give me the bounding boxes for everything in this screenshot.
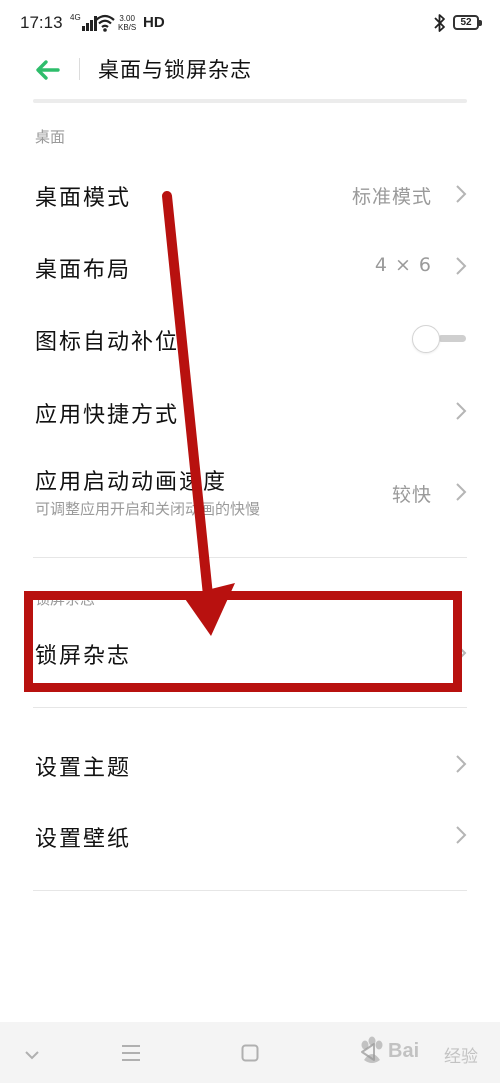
row-app-shortcuts[interactable]: 应用快捷方式 (0, 385, 500, 437)
header-underline (33, 99, 467, 103)
row-desktop-layout[interactable]: 桌面布局 4 × 6 (0, 240, 500, 292)
section-divider (33, 707, 467, 708)
row-anim-speed-value: 较快 (391, 484, 432, 506)
row-set-theme-title: 设置主题 (35, 756, 132, 781)
row-set-wallpaper[interactable]: 设置壁纸 (0, 809, 500, 861)
paw-logo-icon (361, 1036, 383, 1063)
baidu-watermark: Bai 经验 (358, 1030, 488, 1074)
row-anim-speed[interactable]: 应用启动动画速度 可调整应用开启和关闭动画的快慢 较快 (0, 458, 500, 524)
wifi-icon (95, 14, 115, 32)
net-speed: 3.00 KB/S (118, 14, 136, 32)
chevron-right-icon (454, 255, 468, 277)
toggle-knob (412, 325, 440, 353)
chevron-right-icon (454, 753, 468, 775)
row-desktop-layout-title: 桌面布局 (35, 258, 132, 283)
chevron-right-icon (454, 824, 468, 846)
net-speed-value: 3.00 (119, 14, 135, 23)
row-set-wallpaper-title: 设置壁纸 (35, 827, 132, 852)
status-time: 17:13 (20, 13, 63, 32)
net-speed-unit: KB/S (118, 23, 137, 32)
chevron-right-icon (454, 183, 468, 205)
row-set-theme[interactable]: 设置主题 (0, 738, 500, 790)
row-desktop-layout-value: 4 × 6 (374, 254, 432, 276)
toggle-track (438, 335, 466, 342)
row-desktop-mode-value: 标准模式 (351, 186, 432, 208)
watermark-cn: 经验 (444, 1047, 478, 1067)
row-icon-auto-fill-title: 图标自动补位 (35, 330, 180, 355)
row-app-shortcuts-title: 应用快捷方式 (35, 403, 180, 428)
watermark-text: Bai (388, 1040, 420, 1062)
annotation-arrow-icon (162, 191, 235, 636)
bluetooth-icon (432, 13, 448, 33)
battery-icon: 52 (453, 15, 482, 30)
back-arrow-icon[interactable] (34, 58, 62, 82)
nav-home-icon[interactable] (241, 1044, 259, 1066)
chevron-right-icon (454, 481, 468, 503)
network-type: 4G (70, 13, 81, 22)
auto-fill-toggle[interactable] (410, 324, 468, 354)
section-label-desktop: 桌面 (35, 128, 66, 146)
header-divider (79, 58, 80, 80)
status-bar: 17:13 4G 3.00 KB/S HD 52 (0, 0, 500, 48)
row-anim-speed-subtitle: 可调整应用开启和关闭动画的快慢 (35, 500, 261, 518)
row-anim-speed-title: 应用启动动画速度 (35, 470, 228, 495)
chevron-right-icon (454, 400, 468, 422)
nav-collapse-icon[interactable] (24, 1046, 40, 1065)
nav-menu-icon[interactable] (121, 1044, 141, 1066)
annotation-highlight-box (24, 591, 462, 692)
section-divider (33, 557, 467, 558)
page-title: 桌面与锁屏杂志 (98, 58, 252, 82)
row-desktop-mode[interactable]: 桌面模式 标准模式 (0, 168, 500, 220)
section-divider (33, 890, 467, 891)
row-desktop-mode-title: 桌面模式 (35, 186, 132, 211)
hd-indicator: HD (143, 14, 165, 31)
